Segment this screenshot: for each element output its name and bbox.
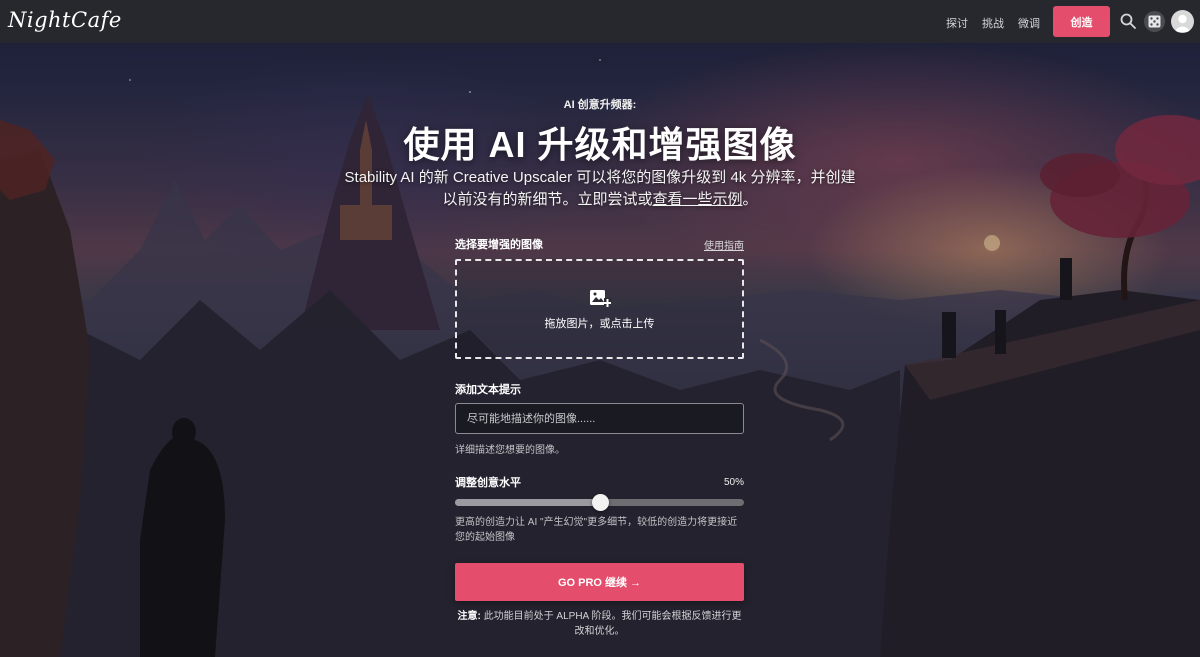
dropzone-text: 拖放图片，或点击上传 (544, 318, 655, 330)
creativity-label: 调整创意水平 (455, 477, 521, 489)
nightcafe-logo[interactable]: NightCafe (8, 8, 122, 32)
creativity-label-row: 调整创意水平 50% (455, 474, 744, 490)
subtitle-end: 。 (742, 191, 758, 208)
image-dropzone[interactable]: 拖放图片，或点击上传 (455, 259, 744, 359)
avatar[interactable] (1171, 10, 1194, 33)
upload-label: 选择要增强的图像 (455, 239, 543, 251)
page-subtitle: Stability AI 的新 Creative Upscaler 可以将您的图… (340, 167, 860, 211)
prompt-hint: 详细描述您想要的图像。 (455, 445, 565, 456)
creativity-value: 50% (723, 476, 744, 488)
dice-glyph (1148, 15, 1161, 28)
nav-links: 探讨 挑战 微调 (946, 15, 1040, 31)
add-image-icon (589, 290, 611, 307)
examples-link[interactable]: 查看一些示例 (652, 191, 742, 208)
alpha-note: 注意: 此功能目前处于 ALPHA 阶段。我们可能会根据反馈进行更改和优化。 (455, 609, 744, 639)
user-avatar-icon (1174, 14, 1191, 32)
page-title: 使用 AI 升级和增强图像 (403, 124, 797, 165)
creativity-slider-thumb[interactable] (591, 494, 609, 511)
usage-guide-link[interactable]: 使用指南 (704, 237, 744, 252)
prompt-input[interactable] (455, 403, 744, 434)
upload-label-row: 选择要增强的图像 使用指南 (455, 236, 744, 252)
nav-link-explore[interactable]: 探讨 (946, 15, 968, 31)
go-pro-continue-button[interactable]: GO PRO 继续 → (455, 563, 744, 601)
creativity-slider-fill (455, 499, 600, 506)
creativity-slider[interactable] (455, 494, 744, 511)
page-eyebrow: AI 创意升频器: (563, 99, 637, 111)
prompt-label: 添加文本提示 (455, 384, 521, 396)
nav-link-challenges[interactable]: 挑战 (982, 15, 1004, 31)
subtitle-text: Stability AI 的新 Creative Upscaler 可以将您的图… (344, 169, 856, 208)
note-bold: 注意: (457, 611, 481, 622)
note-text: 此功能目前处于 ALPHA 阶段。我们可能会根据反馈进行更改和优化。 (483, 611, 742, 637)
dice-icon[interactable] (1144, 11, 1165, 32)
search-icon[interactable] (1119, 12, 1137, 30)
nav-link-finetune[interactable]: 微调 (1018, 15, 1040, 31)
upscaler-form: 选择要增强的图像 使用指南 拖放图片，或点击上传 添加文本提示 详细描述您想要的… (455, 236, 744, 639)
create-button[interactable]: 创造 (1053, 6, 1110, 37)
creativity-description: 更高的创造力让 AI "产生幻觉"更多细节，较低的创造力将更接近您的起始图像 (455, 517, 738, 543)
top-navigation-bar: NightCafe 探讨 挑战 微调 创造 (0, 0, 1200, 43)
